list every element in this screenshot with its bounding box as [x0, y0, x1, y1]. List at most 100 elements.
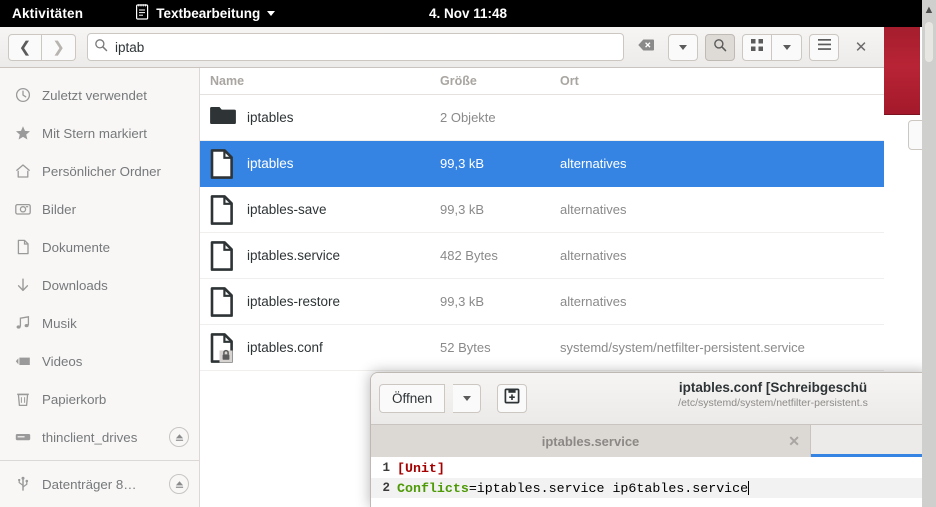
document-locked-icon [210, 332, 236, 363]
sidebar-item-videos[interactable]: Videos [0, 342, 199, 380]
sidebar-item-music[interactable]: Musik [0, 304, 199, 342]
file-location-cell: systemd/system/netfilter-persistent.serv… [560, 340, 805, 355]
line-number: 1 [382, 461, 390, 475]
editor-code-area[interactable]: 1 [Unit] 2 Conflicts =iptables.service ip… [371, 457, 929, 507]
chevron-down-icon [679, 44, 687, 50]
sidebar-item-home[interactable]: Persönlicher Ordner [0, 152, 199, 190]
folder-icon [210, 103, 236, 133]
sidebar-item-label: Persönlicher Ordner [42, 163, 161, 179]
file-name-label: iptables-restore [247, 294, 341, 309]
file-name-cell: iptables [200, 103, 440, 133]
file-location-cell: alternatives [560, 294, 627, 309]
editor-title-block: iptables.conf [Schreibgeschü /etc/system… [621, 380, 925, 409]
table-row[interactable]: iptables.conf 52 Bytes systemd/system/ne… [200, 325, 884, 371]
grid-view-icon [750, 38, 764, 57]
navigation-buttons: ❮ ❯ [8, 33, 76, 61]
editor-document-title: iptables.conf [Schreibgeschü [678, 380, 868, 395]
view-controls [742, 33, 802, 61]
table-row[interactable]: iptables 99,3 kB alternatives [200, 141, 884, 187]
back-button[interactable]: ❮ [8, 33, 42, 61]
code-value-token: =iptables.service ip6tables.service [468, 480, 749, 496]
eject-button[interactable] [169, 474, 189, 494]
clock[interactable]: 4. Nov 11:48 [368, 6, 568, 21]
column-header-location[interactable]: Ort [560, 74, 884, 88]
camera-icon [14, 201, 31, 218]
table-row[interactable]: iptables 2 Objekte [200, 95, 884, 141]
sidebar-item-label: Dokumente [42, 239, 110, 255]
clear-search-button[interactable] [631, 34, 661, 61]
file-name-label: iptables-save [247, 202, 327, 217]
chevron-up-icon[interactable]: ▲ [922, 5, 936, 16]
file-name-cell: iptables-restore [200, 286, 440, 317]
file-name-label: iptables.conf [247, 340, 323, 355]
search-input[interactable] [115, 39, 617, 55]
editor-tab-label: iptables.service [541, 433, 640, 449]
table-row[interactable]: iptables.service 482 Bytes alternatives [200, 233, 884, 279]
search-toggle-button[interactable] [705, 33, 735, 61]
sidebar-item-label: Videos [42, 353, 83, 369]
table-row[interactable]: iptables-save 99,3 kB alternatives [200, 187, 884, 233]
chevron-left-icon: ❮ [18, 38, 32, 56]
column-header-name[interactable]: Name [200, 74, 440, 88]
file-location-cell: alternatives [560, 248, 627, 263]
document-icon [14, 239, 31, 256]
sidebar-item-downloads[interactable]: Downloads [0, 266, 199, 304]
sidebar-item-label: Musik [42, 315, 77, 331]
activities-button[interactable]: Aktivitäten [0, 6, 93, 21]
file-name-cell: iptables.service [200, 240, 440, 271]
file-name-label: iptables [247, 110, 294, 125]
sidebar-item-trash[interactable]: Papierkorb [0, 380, 199, 418]
app-menu-button[interactable]: Textbearbeitung [135, 4, 276, 23]
background-window[interactable] [884, 27, 920, 115]
chevron-right-icon: ❯ [52, 38, 65, 56]
code-line: 1 [Unit] [371, 458, 929, 478]
document-icon [210, 194, 236, 225]
right-scrollbar[interactable]: ▲ [922, 0, 936, 507]
clock-icon [14, 87, 31, 104]
close-icon: ✕ [854, 39, 868, 56]
app-menu-label: Textbearbeitung [156, 6, 261, 21]
table-row[interactable]: iptables-restore 99,3 kB alternatives [200, 279, 884, 325]
file-size-cell: 99,3 kB [440, 294, 485, 309]
forward-button[interactable]: ❯ [42, 33, 76, 61]
sidebar-item-label: thinclient_drives [42, 429, 138, 445]
sidebar-item-datentraeger[interactable]: Datenträger 8… [0, 465, 199, 503]
scrollbar-thumb[interactable] [925, 22, 933, 62]
sidebar-item-thinclient-drives[interactable]: thinclient_drives [0, 418, 199, 456]
document-icon [210, 286, 236, 317]
editor-tab-bar: iptables.service ✕ [371, 425, 929, 457]
search-options-dropdown[interactable] [668, 33, 698, 61]
document-icon [210, 240, 236, 271]
sidebar-item-label: Bilder [42, 201, 76, 217]
open-button[interactable]: Öffnen [379, 384, 446, 413]
chevron-down-icon [462, 396, 471, 401]
sidebar-item-label: Zuletzt verwendet [42, 87, 147, 103]
close-window-button[interactable]: ✕ [846, 34, 876, 61]
file-size-cell: 52 Bytes [440, 340, 491, 355]
view-options-dropdown[interactable] [772, 33, 802, 61]
file-manager-toolbar: ❮ ❯ iptab ✕ [0, 27, 884, 68]
editor-tab-active[interactable] [811, 425, 929, 457]
close-icon[interactable]: ✕ [788, 433, 800, 450]
sidebar-item-pictures[interactable]: Bilder [0, 190, 199, 228]
save-icon [504, 388, 520, 409]
sidebar-item-label: Papierkorb [42, 391, 107, 407]
file-name-label: iptables.service [247, 248, 341, 263]
grid-view-button[interactable] [742, 33, 772, 61]
eject-button[interactable] [169, 427, 189, 447]
file-location-cell: alternatives [560, 202, 627, 217]
search-icon [713, 38, 727, 57]
text-editor-window: Öffnen iptables.conf [Schreibgeschü /etc… [370, 372, 930, 507]
sidebar-item-documents[interactable]: Dokumente [0, 228, 199, 266]
file-location-cell: alternatives [560, 156, 627, 171]
open-dropdown-button[interactable] [453, 384, 482, 413]
column-header-size[interactable]: Größe [440, 74, 560, 88]
search-bar[interactable] [87, 33, 624, 61]
save-button[interactable] [497, 384, 528, 413]
editor-header-bar: Öffnen iptables.conf [Schreibgeschü /etc… [371, 373, 929, 425]
sidebar-item-recent[interactable]: Zuletzt verwendet [0, 76, 199, 114]
sidebar-item-starred[interactable]: Mit Stern markiert [0, 114, 199, 152]
file-name-cell: iptables-save [200, 194, 440, 225]
main-menu-button[interactable] [809, 33, 839, 61]
editor-tab-iptables-service[interactable]: iptables.service ✕ [371, 425, 811, 457]
